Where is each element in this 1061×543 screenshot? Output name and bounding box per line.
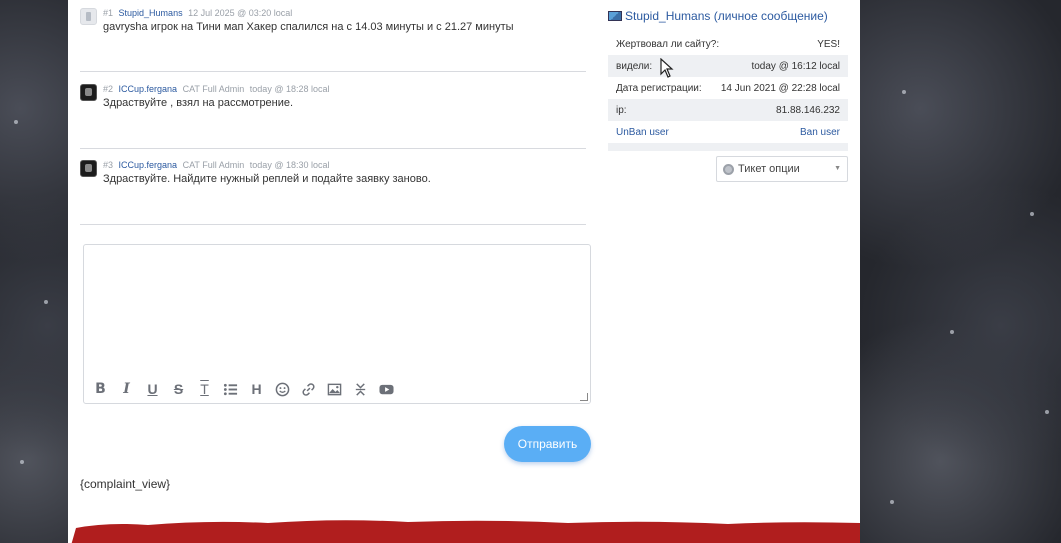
post-author[interactable]: ICCup.fergana xyxy=(119,160,178,170)
info-row: видели: today @ 16:12 local xyxy=(608,55,848,77)
reply-editor[interactable]: B I U S T H xyxy=(83,244,591,404)
editor-toolbar: B I U S T H xyxy=(90,379,397,399)
post-meta: #3 ICCup.fergana CAT Full Admin today @ … xyxy=(103,160,329,170)
panel-title: Stupid_Humans (личное сообщение) xyxy=(608,6,848,26)
ban-user-link[interactable]: Ban user xyxy=(800,127,840,138)
background-left xyxy=(0,0,68,543)
post-text: Здраствуйте , взял на рассмотрение. xyxy=(103,97,294,109)
heading-icon[interactable]: H xyxy=(246,380,267,398)
main-content: #1 Stupid_Humans 12 Jul 2025 @ 03:20 loc… xyxy=(68,0,860,543)
info-value: YES! xyxy=(817,38,840,50)
moderation-links: UnBan user Ban user xyxy=(608,121,848,143)
info-label: Дата регистрации: xyxy=(616,82,702,94)
emoji-icon[interactable] xyxy=(272,380,293,398)
gear-icon xyxy=(723,163,734,175)
avatar[interactable] xyxy=(80,84,97,101)
info-label: видели: xyxy=(616,60,653,72)
divider xyxy=(80,148,586,149)
strikethrough-icon[interactable]: S xyxy=(168,380,189,398)
post-meta: #2 ICCup.fergana CAT Full Admin today @ … xyxy=(103,84,329,94)
post-number: #3 xyxy=(103,160,114,170)
collapse-icon[interactable] xyxy=(350,380,371,398)
image-icon[interactable] xyxy=(324,380,345,398)
mouse-cursor-icon xyxy=(660,58,674,78)
bold-icon[interactable]: B xyxy=(90,380,111,398)
panel-username[interactable]: Stupid_Humans (личное сообщение) xyxy=(625,9,828,23)
user-info-table: Жертвовал ли сайту?: YES! видели: today … xyxy=(608,33,848,151)
post-author[interactable]: Stupid_Humans xyxy=(119,8,183,18)
post-text: gavrysha игрок на Тини мап Хакер спалилс… xyxy=(103,21,514,33)
resize-handle[interactable] xyxy=(580,393,588,401)
post-author[interactable]: ICCup.fergana xyxy=(119,84,178,94)
post-date: 12 Jul 2025 @ 03:20 local xyxy=(188,8,293,18)
link-icon[interactable] xyxy=(298,380,319,398)
ticket-options-label: Тикет опции xyxy=(738,163,800,175)
info-row: Жертвовал ли сайту?: YES! xyxy=(608,33,848,55)
italic-icon[interactable]: I xyxy=(116,380,137,398)
panel-footer xyxy=(608,143,848,151)
post-number: #2 xyxy=(103,84,114,94)
user-info-panel: Stupid_Humans (личное сообщение) Жертвов… xyxy=(608,6,848,151)
unban-user-link[interactable]: UnBan user xyxy=(616,127,669,138)
info-label: Жертвовал ли сайту?: xyxy=(616,38,720,50)
post-role: CAT Full Admin xyxy=(182,84,245,94)
youtube-icon[interactable] xyxy=(376,380,397,398)
underline-icon[interactable]: U xyxy=(142,380,163,398)
send-button[interactable]: Отправить xyxy=(504,426,591,462)
info-value: today @ 16:12 local xyxy=(751,60,840,72)
red-banner xyxy=(71,520,860,543)
complaint-view-placeholder: {complaint_view} xyxy=(80,477,171,491)
info-label: ip: xyxy=(616,104,627,116)
info-value: 14 Jun 2021 @ 22:28 local xyxy=(720,82,840,94)
post-meta: #1 Stupid_Humans 12 Jul 2025 @ 03:20 loc… xyxy=(103,8,292,18)
chevron-down-icon: ▼ xyxy=(834,165,841,172)
divider xyxy=(80,224,586,225)
flag-icon xyxy=(608,11,622,21)
ticket-options-dropdown[interactable]: Тикет опции ▼ xyxy=(716,156,848,182)
info-value: 81.88.146.232 xyxy=(776,104,840,116)
divider xyxy=(80,71,586,72)
post-number: #1 xyxy=(103,8,114,18)
post-date: today @ 18:28 local xyxy=(249,84,330,94)
background-right xyxy=(860,0,1061,543)
post-text: Здраствуйте. Найдите нужный реплей и под… xyxy=(103,173,431,185)
post-role: CAT Full Admin xyxy=(182,160,245,170)
list-icon[interactable] xyxy=(220,380,241,398)
text-style-icon[interactable]: T xyxy=(194,380,215,398)
avatar[interactable] xyxy=(80,8,97,25)
avatar[interactable] xyxy=(80,160,97,177)
info-row: Дата регистрации: 14 Jun 2021 @ 22:28 lo… xyxy=(608,77,848,99)
post-date: today @ 18:30 local xyxy=(249,160,330,170)
info-row: ip: 81.88.146.232 xyxy=(608,99,848,121)
